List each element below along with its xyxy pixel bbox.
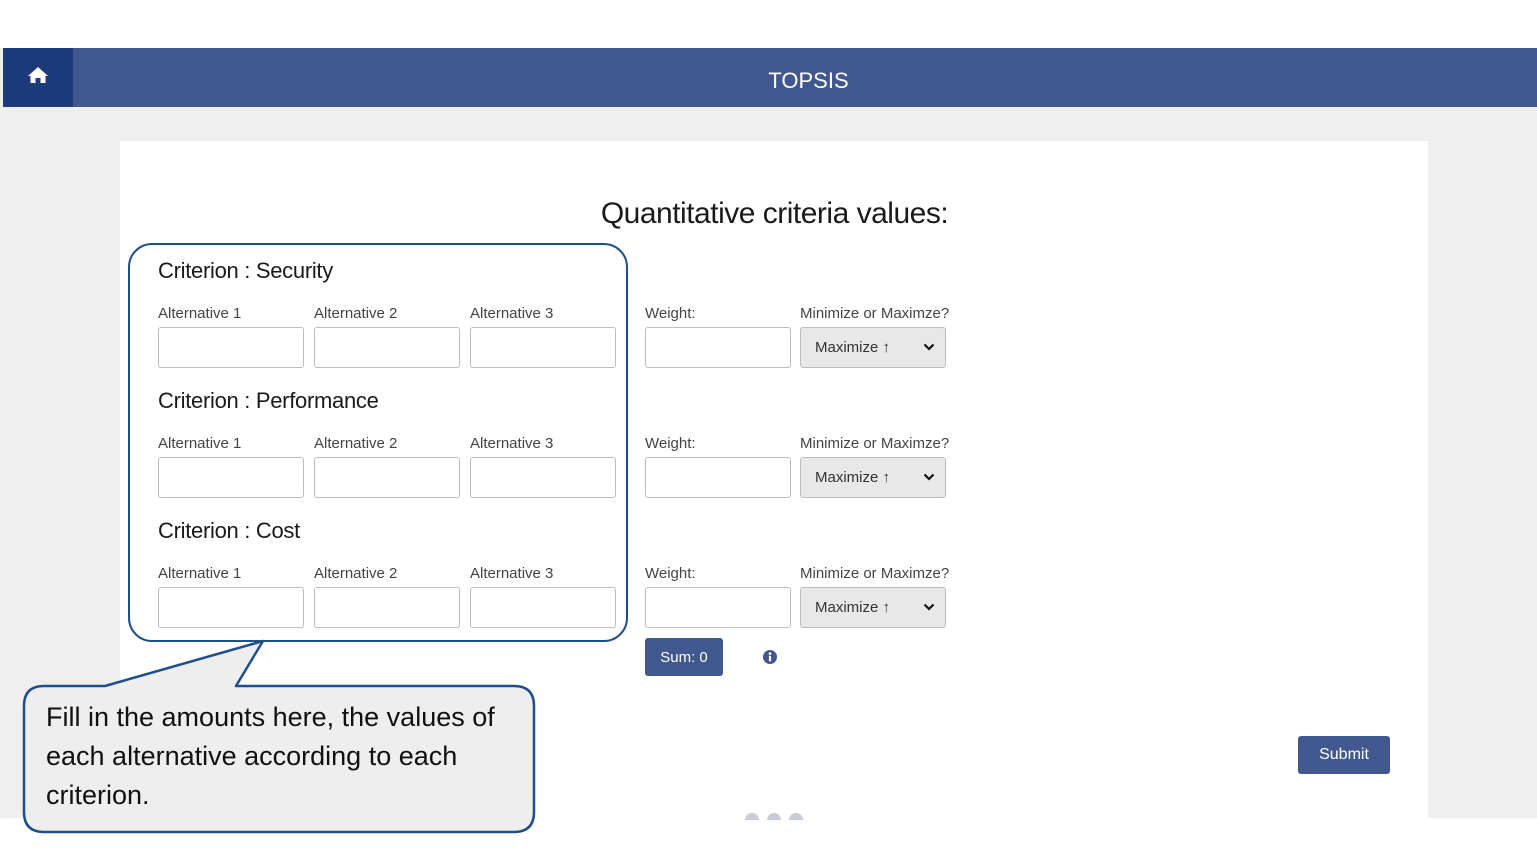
callout-text: Fill in the amounts here, the values of …: [46, 702, 495, 810]
loading-dots: [745, 813, 803, 820]
